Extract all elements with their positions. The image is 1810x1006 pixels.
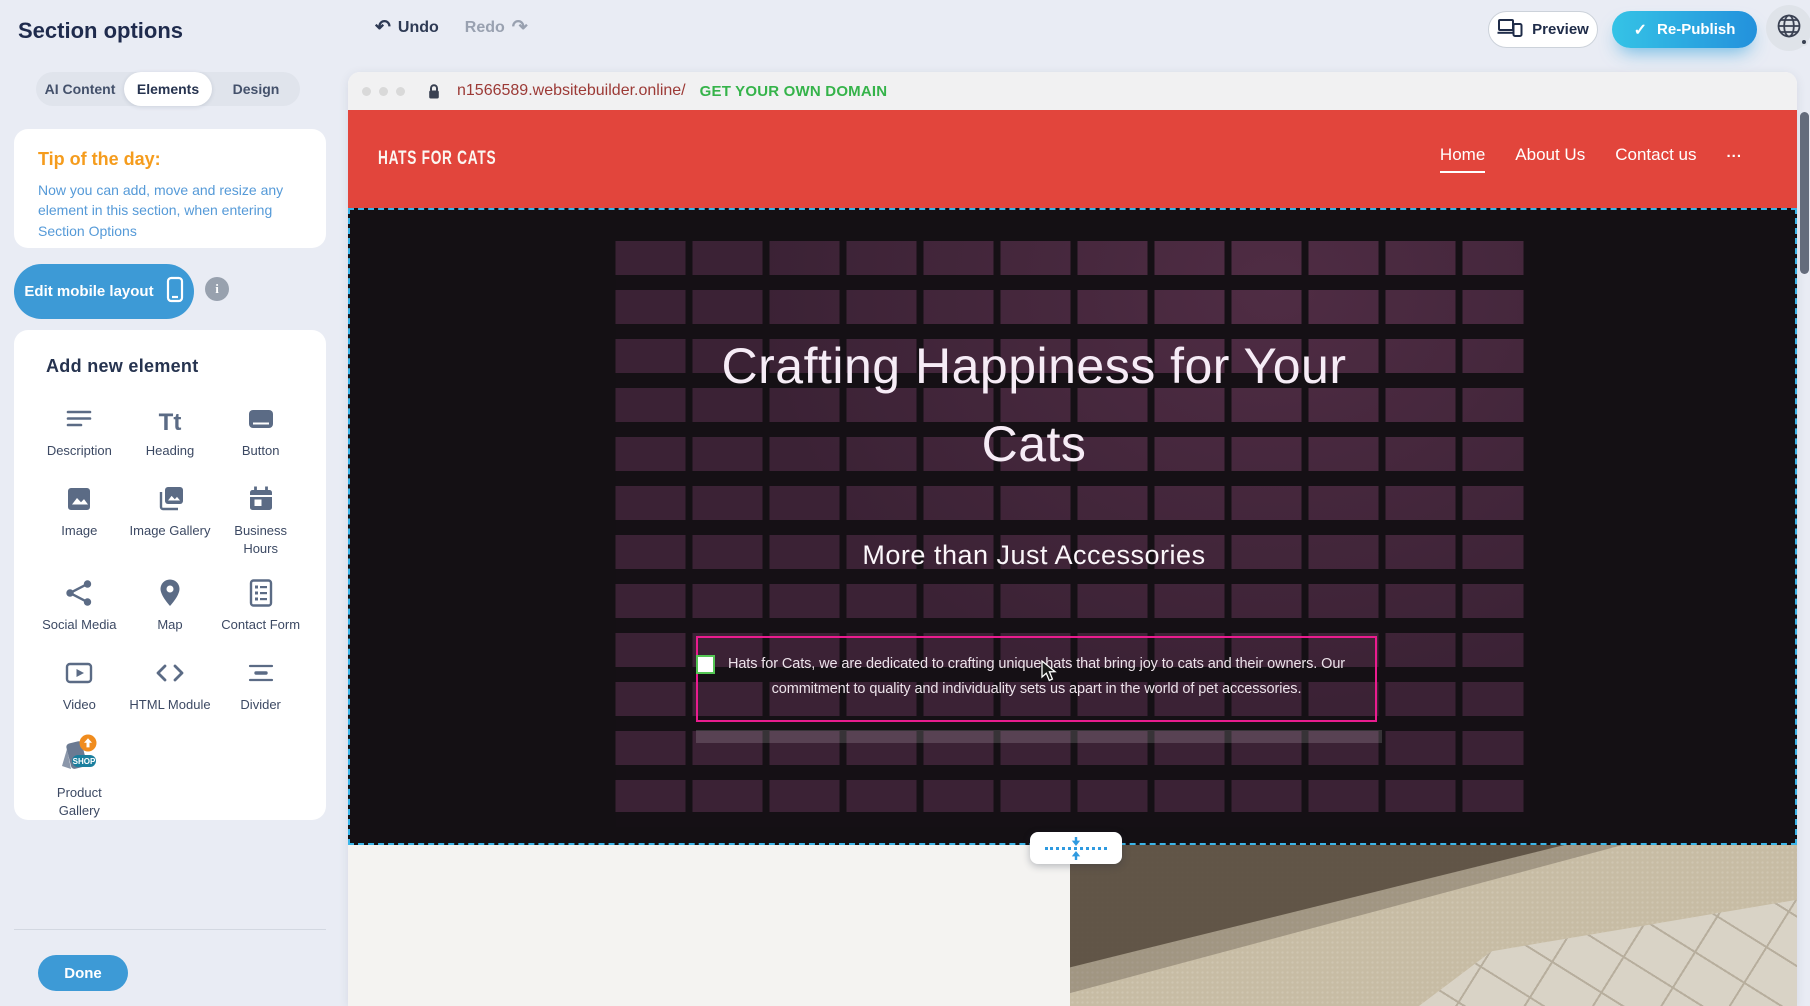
globe-icon — [1776, 13, 1802, 44]
business-hours-icon — [245, 479, 277, 515]
element-image[interactable]: Image — [34, 479, 125, 557]
element-product-gallery[interactable]: SHOP Product Gallery — [34, 733, 125, 819]
element-social-media[interactable]: Social Media — [34, 573, 125, 637]
window-dots — [362, 87, 405, 96]
browser-address-bar: n1566589.websitebuilder.online/ GET YOUR… — [348, 72, 1797, 110]
dotted-resize-line — [1045, 847, 1107, 850]
site-preview-canvas: n1566589.websitebuilder.online/ GET YOUR… — [348, 72, 1797, 1006]
element-video[interactable]: Video — [34, 653, 125, 717]
next-section-image[interactable] — [1070, 845, 1797, 1006]
code-icon — [154, 653, 186, 689]
hero-section-selected[interactable]: Crafting Happiness for Your Cats More th… — [348, 208, 1797, 845]
add-new-element-card: Add new element Description Tt Heading B… — [14, 330, 326, 820]
divider-icon — [245, 653, 277, 689]
hero-heading[interactable]: Crafting Happiness for Your Cats — [714, 328, 1354, 483]
element-description[interactable]: Description — [34, 399, 125, 463]
contact-form-icon — [245, 573, 277, 609]
hero-subheading[interactable]: More than Just Accessories — [734, 540, 1334, 571]
element-button[interactable]: Button — [215, 399, 306, 463]
panel-divider — [14, 929, 326, 930]
undo-redo-group: ↶ Undo Redo ↷ — [375, 18, 528, 37]
element-image-gallery[interactable]: Image Gallery — [125, 479, 216, 557]
site-header: HATS FOR CATS Home About Us Contact us .… — [348, 110, 1797, 208]
site-nav: Home About Us Contact us ... — [1440, 110, 1742, 208]
nav-about-us[interactable]: About Us — [1515, 145, 1585, 173]
check-icon: ✓ — [1634, 20, 1647, 40]
language-globe-button[interactable] — [1766, 5, 1810, 51]
page: { "topbar": { "undo_label": "Undo", "red… — [0, 0, 1810, 1006]
element-business-hours[interactable]: Business Hours — [215, 479, 306, 557]
panel-tab-strip: AI Content Elements Design — [36, 72, 300, 106]
get-domain-link[interactable]: GET YOUR OWN DOMAIN — [700, 83, 888, 100]
next-section-left[interactable] — [348, 845, 1070, 1006]
shop-badge: SHOP — [73, 757, 96, 766]
element-divider[interactable]: Divider — [215, 653, 306, 717]
nav-more-icon[interactable]: ... — [1726, 144, 1742, 175]
top-toolbar: Section options ↶ Undo Redo ↷ Preview ✓ … — [0, 0, 1810, 58]
image-gallery-icon — [154, 479, 186, 515]
lock-icon — [427, 83, 441, 100]
element-contact-form[interactable]: Contact Form — [215, 573, 306, 637]
nav-home[interactable]: Home — [1440, 145, 1485, 173]
arrow-up-icon — [1070, 851, 1082, 860]
undo-icon: ↶ — [375, 18, 391, 37]
paragraph-hover-strip — [696, 730, 1382, 743]
redo-button[interactable]: Redo ↷ — [465, 18, 528, 37]
element-grid: Description Tt Heading Button Image Imag… — [34, 399, 306, 819]
site-logo[interactable]: HATS FOR CATS — [378, 148, 496, 170]
arrow-down-icon — [1070, 837, 1082, 846]
selected-paragraph-box[interactable]: Hats for Cats, we are dedicated to craft… — [696, 636, 1377, 722]
map-pin-icon — [154, 573, 186, 609]
description-icon — [63, 399, 95, 435]
scrollbar-thumb[interactable] — [1800, 112, 1809, 274]
preview-button[interactable]: Preview — [1488, 11, 1598, 48]
tip-heading: Tip of the day: — [38, 149, 302, 170]
element-map[interactable]: Map — [125, 573, 216, 637]
tip-body: Now you can add, move and resize any ele… — [38, 180, 302, 241]
element-html-module[interactable]: HTML Module — [125, 653, 216, 717]
button-icon — [245, 399, 277, 435]
site-url: n1566589.websitebuilder.online/ — [457, 82, 686, 100]
element-heading[interactable]: Tt Heading — [125, 399, 216, 463]
tab-ai-content[interactable]: AI Content — [36, 72, 124, 106]
republish-button[interactable]: ✓ Re-Publish — [1612, 11, 1757, 48]
hero-paragraph: Hats for Cats, we are dedicated to craft… — [698, 638, 1375, 703]
video-icon — [63, 653, 95, 689]
hero-content: Crafting Happiness for Your Cats More th… — [350, 210, 1718, 843]
undo-button[interactable]: ↶ Undo — [375, 18, 439, 37]
tab-elements[interactable]: Elements — [124, 72, 212, 106]
image-icon — [63, 479, 95, 515]
nav-contact-us[interactable]: Contact us — [1615, 145, 1696, 173]
add-new-element-heading: Add new element — [46, 356, 306, 377]
tip-of-the-day-card: Tip of the day: Now you can add, move an… — [14, 129, 326, 248]
notification-dot — [1800, 38, 1808, 46]
social-media-icon — [63, 573, 95, 609]
product-gallery-icon: SHOP — [55, 733, 103, 777]
resize-corner-handle[interactable] — [696, 655, 715, 674]
phone-icon — [166, 276, 184, 307]
devices-icon — [1497, 18, 1523, 41]
tab-design[interactable]: Design — [212, 72, 300, 106]
page-title: Section options — [18, 18, 183, 44]
info-icon[interactable]: i — [205, 277, 229, 301]
redo-icon: ↷ — [512, 18, 528, 37]
edit-mobile-layout-button[interactable]: Edit mobile layout — [14, 264, 194, 319]
done-button[interactable]: Done — [38, 955, 128, 991]
heading-icon: Tt — [159, 399, 182, 435]
section-resize-handle[interactable] — [1030, 832, 1122, 864]
